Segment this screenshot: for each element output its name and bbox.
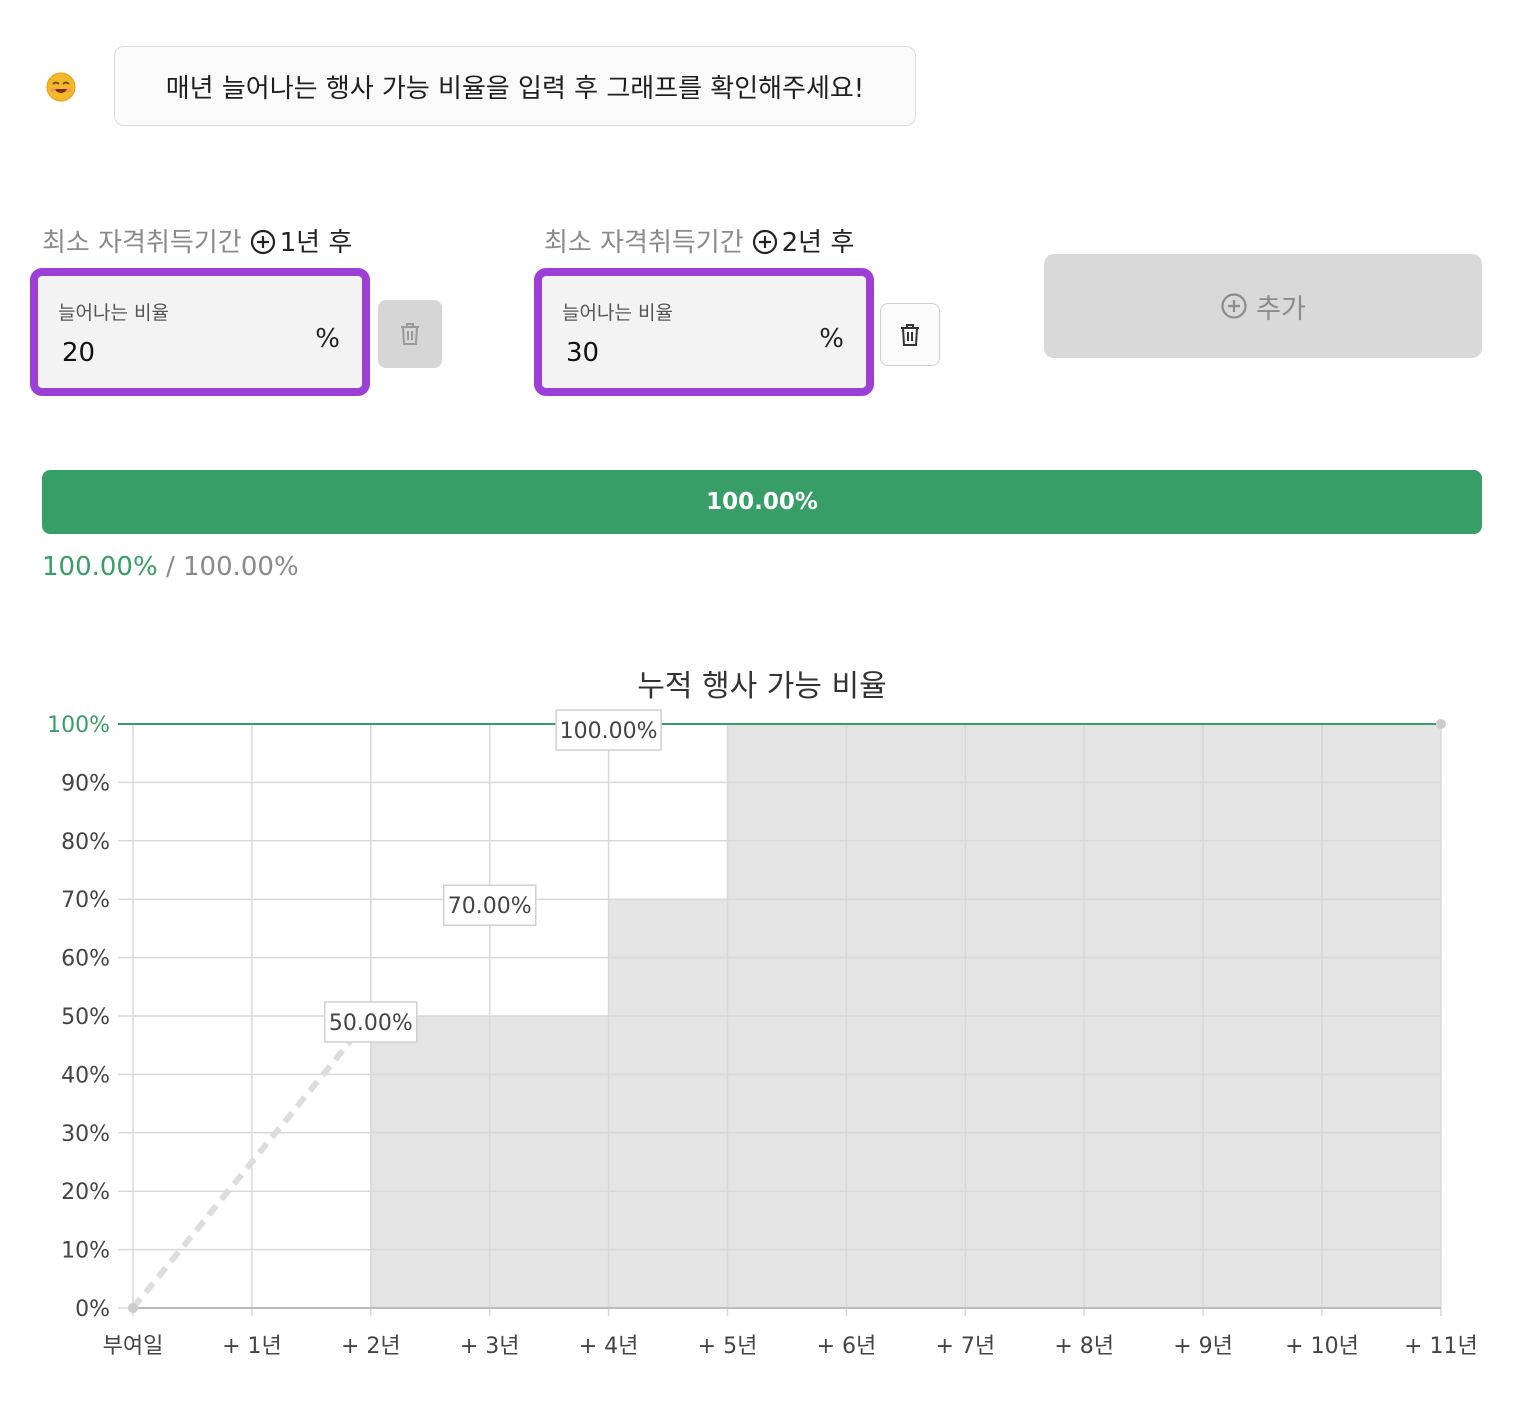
max-total: 100.00%	[182, 552, 299, 582]
data-label: 70.00%	[448, 894, 532, 919]
rate-input[interactable]: 30	[566, 338, 766, 368]
data-label: 100.00%	[560, 719, 658, 744]
y-tick-label: 70%	[61, 888, 110, 913]
y-tick-label: 50%	[61, 1005, 110, 1030]
data-point	[1435, 719, 1446, 729]
x-tick-label: + 3년	[460, 1334, 520, 1359]
trash-icon	[401, 323, 419, 345]
percent-unit: %	[819, 324, 844, 354]
y-tick-label: 10%	[61, 1239, 110, 1264]
x-tick-label: + 11년	[1404, 1334, 1478, 1359]
add-button[interactable]: 추가	[1044, 254, 1482, 358]
data-point	[128, 1303, 138, 1313]
rate-field-label: 늘어나는 비율	[58, 302, 169, 324]
x-tick-label: + 10년	[1285, 1334, 1359, 1359]
x-tick-label: + 8년	[1054, 1334, 1114, 1359]
plus-circle-icon	[250, 229, 275, 255]
chart-title: 누적 행사 가능 비율	[637, 669, 886, 704]
y-tick-label: 80%	[61, 830, 110, 855]
condition-label-1: 최소 자격취득기간 1년 후	[42, 222, 352, 259]
rate-field-1[interactable]: 늘어나는 비율 20 %	[30, 268, 370, 396]
total-separator: /	[165, 552, 175, 582]
progress-totals: 100.00% / 100.00%	[42, 552, 299, 582]
plus-circle-icon	[1221, 293, 1247, 319]
condition-prefix: 최소 자격취득기간	[544, 228, 744, 258]
condition-period: 1년 후	[279, 228, 353, 258]
rate-field-label: 늘어나는 비율	[562, 302, 673, 324]
progress-label: 100.00%	[706, 489, 818, 515]
plus-circle-icon	[752, 229, 777, 255]
y-tick-label: 30%	[61, 1122, 110, 1147]
y-tick-label: 40%	[61, 1063, 110, 1088]
rate-field-2[interactable]: 늘어나는 비율 30 %	[534, 268, 874, 396]
data-label: 50.00%	[329, 1011, 413, 1036]
delete-button[interactable]	[880, 303, 940, 366]
x-tick-label: + 9년	[1173, 1334, 1233, 1359]
guide-text: 매년 늘어나는 행사 가능 비율을 입력 후 그래프를 확인해주세요!	[165, 73, 865, 104]
y-tick-label: 20%	[61, 1180, 110, 1205]
progress-fill: 100.00%	[42, 470, 1482, 534]
trash-icon	[901, 323, 919, 346]
y-tick-label: 60%	[61, 947, 110, 972]
condition-label-2: 최소 자격취득기간 2년 후	[544, 222, 854, 259]
x-tick-label: + 7년	[935, 1334, 995, 1359]
condition-period: 2년 후	[781, 228, 855, 258]
delete-button[interactable]	[378, 300, 442, 368]
x-tick-label: 부여일	[103, 1334, 164, 1359]
y-tick-label: 0%	[75, 1297, 110, 1322]
condition-prefix: 최소 자격취득기간	[42, 228, 242, 258]
y-tick-label: 90%	[61, 771, 110, 796]
y-tick-label: 100%	[47, 713, 110, 738]
guide-message: 매년 늘어나는 행사 가능 비율을 입력 후 그래프를 확인해주세요!	[114, 46, 916, 126]
x-tick-label: + 2년	[341, 1334, 401, 1359]
percent-unit: %	[315, 324, 340, 354]
add-button-label: 추가	[1256, 293, 1306, 325]
current-total: 100.00%	[42, 552, 158, 582]
rate-input[interactable]: 20	[62, 338, 262, 368]
progress-bar: 100.00%	[42, 470, 1482, 534]
x-tick-label: + 1년	[222, 1334, 282, 1359]
smiling-face-icon	[46, 72, 76, 102]
x-tick-label: + 4년	[579, 1334, 639, 1359]
x-tick-label: + 5년	[698, 1334, 758, 1359]
x-tick-label: + 6년	[817, 1334, 877, 1359]
cumulative-ratio-chart: 누적 행사 가능 비율 0% 10% 20% 30% 40% 50% 60% 70% 80% 90%…	[47, 669, 1478, 1359]
